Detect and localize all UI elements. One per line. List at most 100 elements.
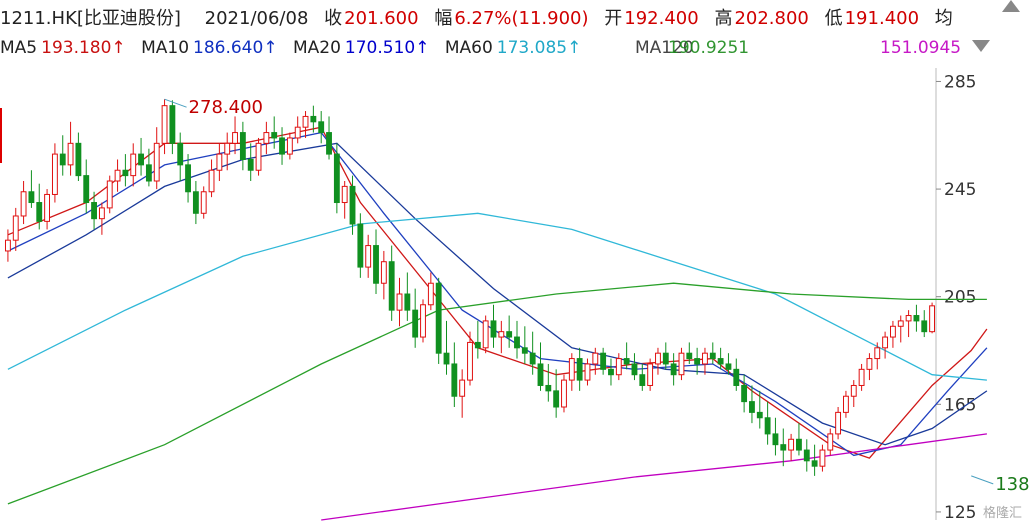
candle-body (302, 115, 309, 128)
candle-body (114, 169, 121, 182)
candle-body (772, 433, 779, 446)
quote-header: 1211.HK[比亚迪股份] 2021/06/08 收 201.600 幅 6.27… (0, 4, 963, 30)
candle-body (443, 352, 450, 365)
candle-body (803, 449, 810, 462)
candle-body (506, 331, 513, 338)
candle-body (318, 121, 325, 134)
candle-body (138, 153, 144, 166)
candle-body (216, 153, 223, 171)
open-value: 192.400 (624, 8, 699, 29)
ma5-value: 193.180↑ (41, 38, 126, 58)
candle-body (98, 207, 105, 220)
candle-body (122, 169, 129, 177)
y-tick-label: 285 (944, 72, 976, 92)
candle-body (20, 191, 27, 217)
ma60-label: MA60 (444, 38, 493, 58)
candle-body (521, 347, 528, 354)
ma20-line (7, 142, 988, 446)
candle-body (91, 202, 97, 220)
candle-body (388, 261, 395, 311)
candle-body (474, 341, 481, 349)
candle-body (169, 105, 176, 144)
candlestick-chart[interactable]: 285 245 205 165 125 278.400 138.400 (0, 68, 1030, 525)
candle-body (482, 320, 489, 349)
close-value: 201.600 (344, 8, 419, 29)
candle-body (373, 245, 379, 284)
candle-body (568, 358, 575, 381)
y-tick-label: 245 (944, 180, 976, 200)
candle-body (247, 158, 254, 171)
open-label: 开 (604, 8, 623, 29)
candle-body (905, 315, 912, 322)
symbol-title: 1211.HK[比亚迪股份] (0, 8, 181, 29)
candle-body (365, 245, 372, 268)
candle-body (161, 105, 168, 144)
candle-body (451, 363, 458, 397)
candle-body (490, 320, 497, 338)
candle-body (67, 142, 74, 166)
candle-body (263, 132, 270, 144)
candle-body (929, 305, 936, 333)
candle-body (239, 132, 246, 160)
candle-body (639, 374, 646, 386)
annotation-label: 138.400 (995, 474, 1030, 495)
candle-body (28, 191, 35, 204)
ma10-label: MA10 (141, 38, 190, 58)
ma20-label: MA20 (292, 38, 341, 58)
candle-body (294, 126, 301, 139)
ma-dropdown-icon[interactable] (972, 40, 990, 52)
candle-body (843, 395, 849, 413)
quote-date: 2021/06/08 (204, 8, 309, 29)
candle-body (545, 384, 552, 392)
candle-body (882, 336, 889, 349)
change-label: 幅 (434, 8, 453, 29)
candle-body (404, 293, 411, 311)
candle-body (576, 358, 583, 381)
candle-body (177, 142, 184, 166)
candle-body (153, 142, 160, 182)
candle-body (756, 411, 763, 419)
candle-body (796, 438, 802, 451)
candle-body (655, 352, 661, 365)
candle-body (623, 358, 630, 365)
annotation-label: 278.400 (189, 97, 263, 118)
candle-body (310, 115, 317, 123)
candle-body (255, 142, 262, 171)
candle-body (286, 137, 293, 155)
candle-body (874, 347, 881, 360)
high-value: 202.800 (734, 8, 809, 29)
candle-body (380, 261, 387, 284)
candle-body (341, 185, 348, 204)
candle-body (459, 379, 466, 397)
candle-body (427, 282, 434, 306)
scroll-up-icon[interactable] (1002, 0, 1020, 12)
high-label: 高 (714, 8, 733, 29)
candle-body (224, 142, 231, 155)
candle-body (333, 153, 340, 204)
y-tick-label: 165 (944, 395, 976, 415)
candle-body (725, 363, 732, 370)
low-value: 191.400 (844, 8, 920, 29)
candle-body (420, 304, 426, 338)
candle-body (185, 164, 191, 193)
annotation-leader (164, 98, 187, 108)
candle-body (59, 153, 66, 166)
candle-body (279, 137, 285, 155)
candle-body (145, 164, 152, 182)
candle-body (529, 352, 536, 365)
candle-body (686, 352, 693, 360)
candle-body (788, 438, 795, 451)
candle-body (200, 191, 207, 214)
candle-body (678, 352, 685, 376)
candle-body (827, 433, 834, 451)
candle-body (835, 411, 842, 435)
watermark-logo: 格隆汇 (982, 506, 1022, 521)
ma120-value: 190.9251 (668, 38, 750, 58)
candle-body (36, 202, 43, 222)
candle-body (51, 153, 58, 195)
candle-body (349, 185, 356, 225)
candle-body (702, 352, 708, 365)
ma60-value: 173.085↑ (496, 38, 582, 58)
candle-body (326, 132, 332, 155)
candle-body (717, 358, 724, 365)
